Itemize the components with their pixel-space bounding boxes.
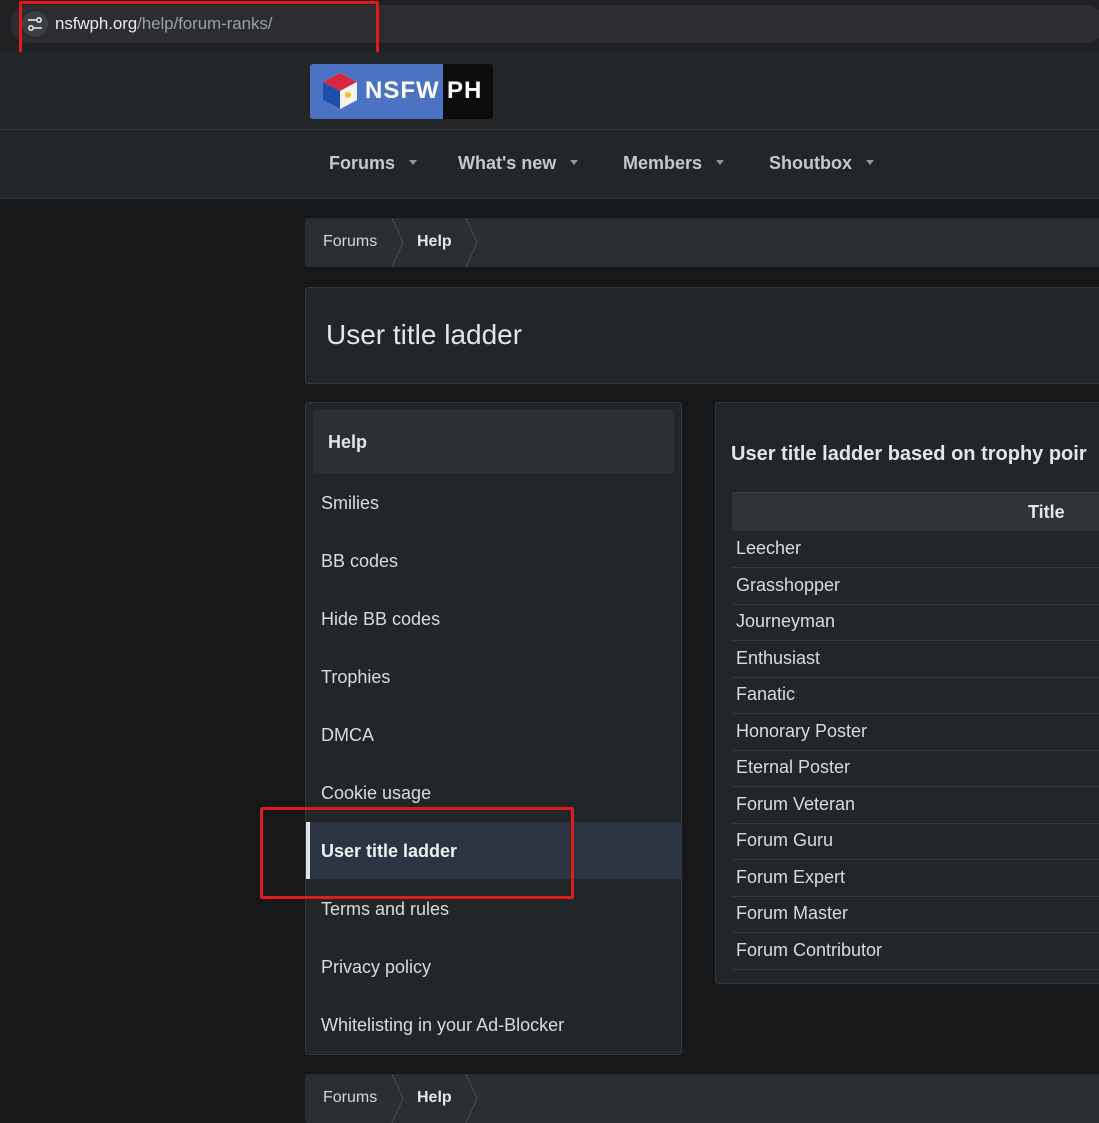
- page-title-block: User title ladder: [305, 287, 1099, 384]
- table-cell-title: Forum Guru: [736, 830, 834, 850]
- table-cell-title: Leecher: [736, 538, 802, 558]
- table-cell-title: Journeyman: [736, 611, 836, 631]
- sidebar-item-user-title-ladder[interactable]: User title ladder: [306, 822, 681, 879]
- logo-text-ph: PH: [447, 77, 483, 104]
- chevron-down-icon[interactable]: [570, 159, 579, 165]
- url-path: /help/forum-ranks/: [137, 14, 273, 33]
- ladder-heading: User title ladder based on trophy poir: [731, 443, 1087, 465]
- chevron-down-icon[interactable]: [866, 159, 874, 165]
- sidebar-item-label: Terms and rules: [321, 899, 450, 919]
- table-row: Forum Guru: [732, 823, 1099, 860]
- sidebar-item-label: Hide BB codes: [321, 609, 441, 629]
- table-cell-title: Forum Master: [736, 903, 849, 923]
- nav-whats-new-label: What's new: [458, 153, 557, 173]
- table-header-title: Title: [1028, 502, 1065, 522]
- sidebar-item-label: Cookie usage: [321, 783, 432, 803]
- sidebar-item-terms-and-rules[interactable]: Terms and rules: [306, 880, 681, 937]
- table-row: Forum Veteran: [732, 787, 1099, 824]
- breadcrumb-separator-icon: [465, 218, 478, 267]
- chevron-down-icon[interactable]: [409, 159, 418, 165]
- table-row: Leecher: [732, 531, 1099, 568]
- breadcrumb-forums[interactable]: Forums: [323, 233, 377, 251]
- breadcrumb-forums[interactable]: Forums: [323, 1089, 377, 1107]
- table-row: Honorary Poster: [732, 714, 1099, 751]
- omnibox[interactable]: nsfwph.org/help/forum-ranks/: [10, 5, 1099, 43]
- breadcrumb: Forums Help: [305, 218, 1099, 267]
- sidebar-item-whitelisting[interactable]: Whitelisting in your Ad-Blocker: [306, 996, 681, 1053]
- sidebar-item-dmca[interactable]: DMCA: [306, 706, 681, 763]
- site-logo[interactable]: NSFW PH: [310, 64, 493, 119]
- table-cell-title: Enthusiast: [736, 648, 821, 668]
- table-cell-title: Fanatic: [736, 684, 796, 704]
- nav-shoutbox-label: Shoutbox: [769, 153, 852, 173]
- table-row: Forum Contributor: [732, 933, 1099, 970]
- table-cell-title: Forum Expert: [736, 867, 846, 887]
- sidebar-item-bb-codes[interactable]: BB codes: [306, 532, 681, 589]
- breadcrumb-separator-icon: [465, 1074, 478, 1123]
- page-title: User title ladder: [326, 319, 523, 350]
- logo-emblem-icon: [323, 73, 357, 109]
- table-row: Journeyman: [732, 604, 1099, 641]
- nav-members[interactable]: Members: [623, 153, 725, 174]
- table-row: Grasshopper: [732, 568, 1099, 605]
- sidebar-item-label: User title ladder: [321, 841, 458, 861]
- sidebar-item-cookie-usage[interactable]: Cookie usage: [306, 764, 681, 821]
- sidebar-item-trophies[interactable]: Trophies: [306, 648, 681, 705]
- nav-forums-label: Forums: [329, 153, 396, 173]
- table-cell-title: Forum Contributor: [736, 940, 883, 960]
- sidebar-heading: Help: [313, 410, 674, 474]
- main-nav: Forums What's new Members Shoutbox: [0, 130, 1099, 199]
- table-row: Enthusiast: [732, 641, 1099, 678]
- chevron-down-icon[interactable]: [716, 159, 725, 165]
- sidebar-item-label: BB codes: [321, 551, 399, 571]
- table-cell-title: Grasshopper: [736, 575, 841, 595]
- breadcrumb-separator-icon: [391, 218, 404, 267]
- table-header: Title: [732, 492, 1099, 531]
- table-row: Forum Master: [732, 896, 1099, 933]
- table-row: Fanatic: [732, 677, 1099, 714]
- url-text[interactable]: nsfwph.org/help/forum-ranks/: [55, 14, 272, 34]
- breadcrumb-bottom: Forums Help: [305, 1074, 1099, 1123]
- table-cell-title: Honorary Poster: [736, 721, 868, 741]
- sidebar-item-privacy-policy[interactable]: Privacy policy: [306, 938, 681, 995]
- help-sidebar: Help Smilies BB codes Hide BB codes Trop…: [305, 402, 682, 1055]
- nav-shoutbox[interactable]: Shoutbox: [769, 153, 874, 174]
- table-row: Forum Expert: [732, 860, 1099, 897]
- site-header: NSFW PH: [0, 52, 1099, 130]
- main-content-block: User title ladder based on trophy poir T…: [715, 402, 1099, 984]
- sidebar-item-label: Smilies: [321, 493, 380, 513]
- sidebar-heading-label: Help: [328, 432, 368, 452]
- nav-members-label: Members: [623, 153, 703, 173]
- sidebar-item-smilies[interactable]: Smilies: [306, 474, 681, 531]
- sidebar-item-label: Privacy policy: [321, 957, 432, 977]
- breadcrumb-separator-icon: [391, 1074, 404, 1123]
- table-cell-title: Forum Veteran: [736, 794, 856, 814]
- site-settings-icon[interactable]: [22, 11, 48, 37]
- table-row: Eternal Poster: [732, 750, 1099, 787]
- browser-address-bar: nsfwph.org/help/forum-ranks/: [0, 0, 1099, 52]
- breadcrumb-help[interactable]: Help: [417, 1089, 452, 1107]
- sidebar-item-label: DMCA: [321, 725, 374, 745]
- nav-whats-new[interactable]: What's new: [458, 153, 579, 174]
- table-cell-title: Eternal Poster: [736, 757, 851, 777]
- sidebar-item-hide-bb-codes[interactable]: Hide BB codes: [306, 590, 681, 647]
- sidebar-item-label: Trophies: [321, 667, 391, 687]
- logo-text-nsfw: NSFW: [365, 77, 440, 104]
- sidebar-item-label: Whitelisting in your Ad-Blocker: [321, 1015, 565, 1035]
- nav-forums[interactable]: Forums: [329, 153, 418, 174]
- breadcrumb-help[interactable]: Help: [417, 233, 452, 251]
- url-host: nsfwph.org: [55, 14, 138, 33]
